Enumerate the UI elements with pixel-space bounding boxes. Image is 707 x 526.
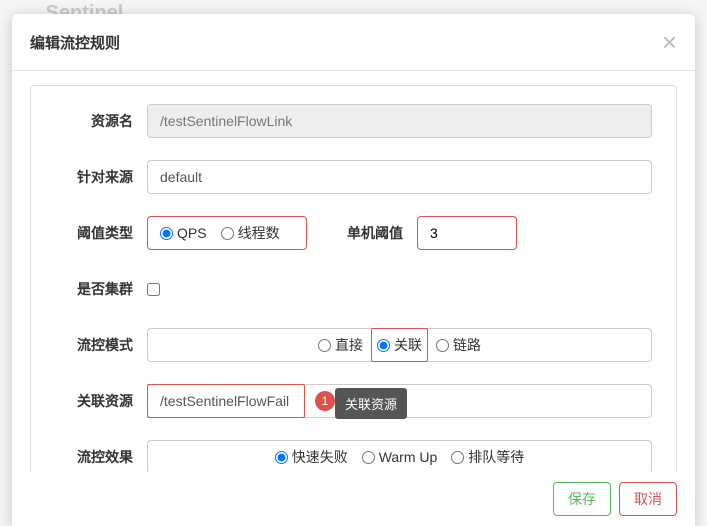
radio-threads-input[interactable]	[221, 227, 234, 240]
single-threshold-group: 单机阈值	[347, 216, 517, 250]
edit-flow-rule-modal: 编辑流控规则 × 资源名 针对来源 阈值类型	[12, 14, 695, 526]
label-cluster: 是否集群	[55, 279, 133, 299]
modal-footer: 保存 取消	[12, 472, 695, 526]
modal-header: 编辑流控规则 ×	[12, 14, 695, 71]
radio-effect-queue-label: 排队等待	[468, 447, 524, 467]
threshold-type-group: QPS 线程数	[147, 216, 307, 250]
radio-qps-label: QPS	[177, 225, 207, 241]
radio-qps-input[interactable]	[160, 227, 173, 240]
radio-effect-queue-input[interactable]	[451, 451, 464, 464]
label-resource: 资源名	[55, 111, 133, 131]
radio-effect-warmup-label: Warm Up	[379, 449, 438, 465]
single-threshold-input[interactable]	[417, 216, 517, 250]
radio-qps[interactable]: QPS	[160, 225, 207, 241]
radio-threads-label: 线程数	[238, 223, 280, 243]
close-icon[interactable]: ×	[662, 29, 677, 55]
radio-effect-fastfail-input[interactable]	[275, 451, 288, 464]
row-mode: 流控模式 直接 关联 链路	[55, 328, 652, 362]
radio-mode-link[interactable]: 链路	[436, 335, 481, 355]
label-source: 针对来源	[55, 167, 133, 187]
label-threshold-type: 阈值类型	[55, 223, 133, 243]
cluster-checkbox[interactable]	[147, 283, 160, 296]
effect-group: 快速失败 Warm Up 排队等待	[147, 440, 652, 472]
row-resource: 资源名	[55, 104, 652, 138]
label-related-resource: 关联资源	[55, 391, 133, 411]
radio-mode-link-input[interactable]	[436, 339, 449, 352]
row-related-resource: 关联资源 1 关联资源	[55, 384, 652, 418]
row-threshold-type: 阈值类型 QPS 线程数 单机阈值	[55, 216, 652, 250]
modal-body: 资源名 针对来源 阈值类型 QPS	[12, 71, 695, 472]
label-single-threshold: 单机阈值	[347, 223, 403, 243]
radio-mode-related[interactable]: 关联	[377, 335, 422, 355]
annotation-marker-1: 1	[315, 391, 335, 411]
radio-mode-direct[interactable]: 直接	[318, 335, 363, 355]
source-input[interactable]	[147, 160, 652, 194]
radio-effect-warmup[interactable]: Warm Up	[362, 449, 438, 465]
radio-mode-direct-input[interactable]	[318, 339, 331, 352]
label-effect: 流控效果	[55, 447, 133, 467]
radio-effect-fastfail-label: 快速失败	[292, 447, 348, 467]
radio-mode-related-label: 关联	[394, 335, 422, 355]
radio-mode-direct-label: 直接	[335, 335, 363, 355]
save-button[interactable]: 保存	[553, 482, 611, 516]
radio-effect-fastfail[interactable]: 快速失败	[275, 447, 348, 467]
radio-threads[interactable]: 线程数	[221, 223, 280, 243]
modal-title: 编辑流控规则	[30, 32, 120, 53]
row-source: 针对来源	[55, 160, 652, 194]
form-panel: 资源名 针对来源 阈值类型 QPS	[30, 85, 677, 472]
row-cluster: 是否集群	[55, 272, 652, 306]
annotation-tooltip: 关联资源	[335, 388, 407, 419]
radio-mode-link-label: 链路	[453, 335, 481, 355]
resource-input	[147, 104, 652, 138]
row-effect: 流控效果 快速失败 Warm Up 排队等待	[55, 440, 652, 472]
radio-effect-queue[interactable]: 排队等待	[451, 447, 524, 467]
radio-effect-warmup-input[interactable]	[362, 451, 375, 464]
label-mode: 流控模式	[55, 335, 133, 355]
radio-mode-related-input[interactable]	[377, 339, 390, 352]
mode-group: 直接 关联 链路	[147, 328, 652, 362]
cancel-button[interactable]: 取消	[619, 482, 677, 516]
